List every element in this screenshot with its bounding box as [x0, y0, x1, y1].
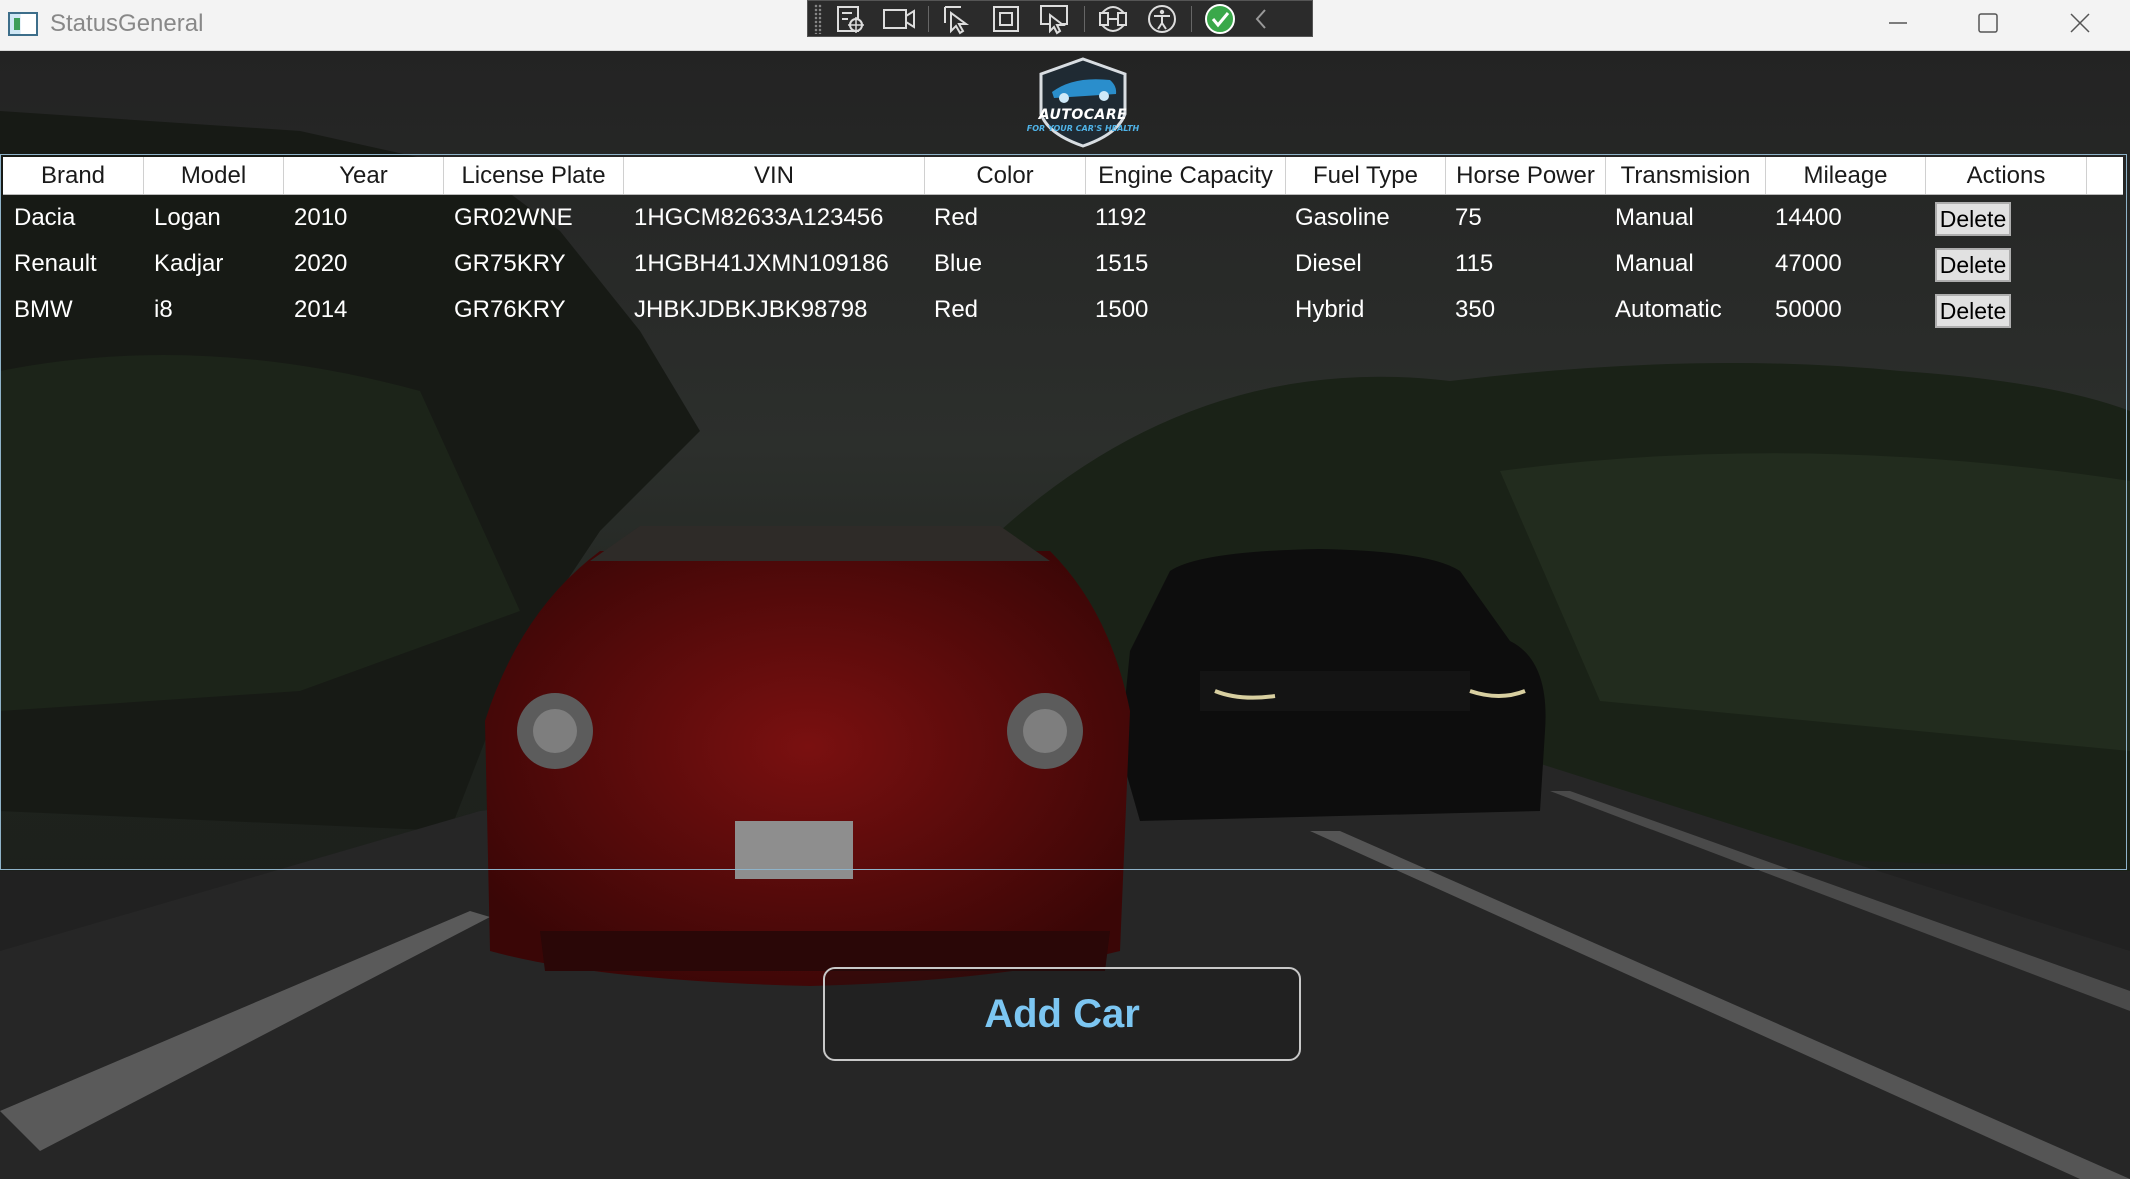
close-icon — [2070, 13, 2090, 33]
cell-brand: Dacia — [14, 204, 76, 231]
cell-transmission: Manual — [1615, 250, 1694, 277]
cell-engine-capacity: 1192 — [1095, 204, 1147, 231]
column-header-actions[interactable]: Actions — [1926, 157, 2087, 194]
cell-brand: Renault — [14, 250, 97, 277]
autocare-logo: AUTOCARE FOR YOUR CAR'S HEALTH — [1018, 56, 1148, 148]
cell-color: Red — [934, 204, 979, 231]
cell-horse-power: 115 — [1455, 250, 1494, 277]
maximize-button[interactable] — [1943, 0, 2033, 46]
column-header-year[interactable]: Year — [284, 157, 444, 194]
cell-vin: 1HGBH41JXMN109186 — [634, 250, 889, 277]
toolbar-grip[interactable] — [814, 3, 822, 34]
column-header-fuel-type[interactable]: Fuel Type — [1286, 157, 1446, 194]
add-car-button[interactable]: Add Car — [823, 967, 1301, 1061]
cell-vin: 1HGCM82633A123456 — [634, 204, 884, 231]
cell-brand: BMW — [14, 296, 73, 323]
column-header-license-plate[interactable]: License Plate — [444, 157, 624, 194]
cell-vin: JHBKJDBKJBK98798 — [634, 296, 868, 323]
cell-fuel-type: Diesel — [1295, 250, 1362, 277]
column-header-mileage[interactable]: Mileage — [1766, 157, 1926, 194]
cell-mileage: 50000 — [1775, 296, 1842, 323]
cell-model: Kadjar — [154, 250, 224, 277]
table-row[interactable]: Dacia Logan 2010 GR02WNE 1HGCM82633A1234… — [3, 195, 2123, 241]
accessibility-icon[interactable] — [1142, 2, 1182, 36]
app-icon — [8, 12, 38, 36]
column-header-horse-power[interactable]: Horse Power — [1446, 157, 1606, 194]
frame-icon[interactable] — [986, 2, 1026, 36]
pointer-icon[interactable] — [937, 2, 977, 36]
title-bar[interactable]: StatusGeneral — [0, 0, 2130, 51]
check-icon[interactable] — [1200, 2, 1240, 36]
app-window: StatusGeneral AUTOCARE FOR YOUR CAR'S HE… — [0, 0, 2130, 1179]
maximize-icon — [1978, 13, 1998, 33]
cell-fuel-type: Gasoline — [1295, 204, 1390, 231]
column-header-transmission[interactable]: Transmision — [1606, 157, 1766, 194]
display-select-icon[interactable] — [1035, 2, 1075, 36]
cell-license-plate: GR75KRY — [454, 250, 566, 277]
cell-engine-capacity: 1500 — [1095, 296, 1149, 323]
cell-mileage: 47000 — [1775, 250, 1842, 277]
delete-button[interactable]: Delete — [1935, 248, 2011, 282]
collapse-icon[interactable] — [1249, 2, 1273, 36]
table-row[interactable]: BMW i8 2014 GR76KRY JHBKJDBKJBK98798 Red… — [3, 287, 2123, 333]
toolbar-separator — [928, 5, 929, 32]
client-area: AUTOCARE FOR YOUR CAR'S HEALTH Brand Mod… — [0, 51, 2130, 1179]
close-button[interactable] — [2035, 0, 2125, 46]
delete-button[interactable]: Delete — [1935, 294, 2011, 328]
column-header-color[interactable]: Color — [925, 157, 1086, 194]
table-row[interactable]: Renault Kadjar 2020 GR75KRY 1HGBH41JXMN1… — [3, 241, 2123, 287]
cars-table[interactable]: Brand Model Year License Plate VIN Color… — [0, 154, 2127, 870]
cell-license-plate: GR02WNE — [454, 204, 573, 231]
cell-fuel-type: Hybrid — [1295, 296, 1365, 323]
video-camera-icon[interactable] — [879, 2, 919, 36]
column-header-engine-capacity[interactable]: Engine Capacity — [1086, 157, 1286, 194]
logo-brand: AUTOCARE — [1038, 107, 1128, 123]
shield-logo-icon — [1039, 57, 1127, 148]
column-header-brand[interactable]: Brand — [3, 157, 144, 194]
window-title: StatusGeneral — [50, 10, 204, 37]
cell-engine-capacity: 1515 — [1095, 250, 1149, 277]
cell-color: Blue — [934, 250, 983, 277]
cell-transmission: Manual — [1615, 204, 1694, 231]
debug-toolbar — [807, 0, 1313, 37]
toolbar-separator — [1191, 5, 1192, 32]
table-header: Brand Model Year License Plate VIN Color… — [3, 157, 2123, 195]
delete-button[interactable]: Delete — [1935, 202, 2011, 236]
cell-model: i8 — [154, 296, 173, 323]
column-header-model[interactable]: Model — [144, 157, 284, 194]
hot-reload-icon[interactable] — [1093, 2, 1133, 36]
cell-mileage: 14400 — [1775, 204, 1842, 231]
select-element-icon[interactable] — [830, 2, 870, 36]
minimize-button[interactable] — [1853, 0, 1943, 46]
cell-license-plate: GR76KRY — [454, 296, 566, 323]
cell-horse-power: 350 — [1455, 296, 1496, 323]
cell-year: 2010 — [294, 204, 348, 231]
logo-tagline: FOR YOUR CAR'S HEALTH — [1026, 124, 1140, 133]
cell-horse-power: 75 — [1455, 204, 1482, 231]
cell-model: Logan — [154, 204, 221, 231]
cell-transmission: Automatic — [1615, 296, 1722, 323]
cell-year: 2014 — [294, 296, 348, 323]
cell-color: Red — [934, 296, 979, 323]
cell-year: 2020 — [294, 250, 348, 277]
toolbar-separator — [1084, 5, 1085, 32]
minimize-icon — [1889, 22, 1907, 24]
column-header-vin[interactable]: VIN — [624, 157, 925, 194]
